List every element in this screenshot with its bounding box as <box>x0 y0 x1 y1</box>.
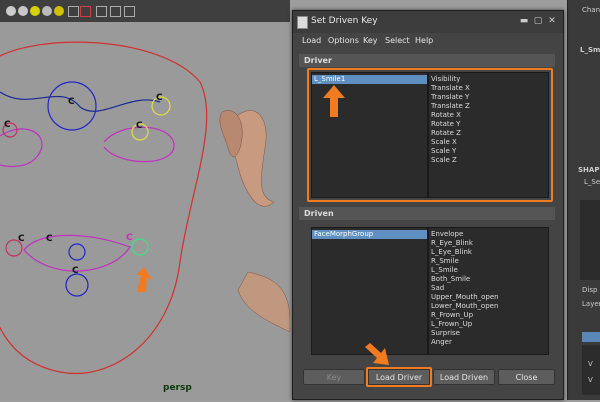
channel-box-panel: Chann L_Sm SHAP L_Se Disp Layer V V <box>567 0 600 400</box>
menu-key[interactable]: Key <box>363 36 378 45</box>
driver-attribute-item[interactable]: Translate Z <box>429 102 470 111</box>
driven-attribute-item[interactable]: Sad <box>429 284 444 293</box>
driver-attributes-list[interactable]: Visibility Translate X Translate Y Trans… <box>428 72 549 198</box>
close-icon[interactable]: ✕ <box>545 15 559 27</box>
driver-attribute-item[interactable]: Scale Y <box>429 147 456 156</box>
xray-icon[interactable] <box>80 6 91 17</box>
svg-text:C: C <box>68 97 75 107</box>
arrow-icon <box>136 267 152 292</box>
menu-options[interactable]: Options <box>328 36 359 45</box>
dialog-icon <box>297 16 308 29</box>
driven-attribute-item[interactable]: Surprise <box>429 329 460 338</box>
channel-box-header: Chann <box>582 6 600 14</box>
dialog-title: Set Driven Key <box>311 16 378 26</box>
svg-text:C: C <box>46 234 53 244</box>
driven-attribute-item[interactable]: Anger <box>429 338 452 347</box>
driver-attribute-item[interactable]: Translate X <box>429 84 470 93</box>
minimize-icon[interactable]: ▬ <box>517 15 531 27</box>
svg-text:C: C <box>126 233 133 243</box>
light-icon[interactable] <box>30 6 40 16</box>
maximize-icon[interactable]: ▢ <box>531 15 545 27</box>
driven-attribute-item[interactable]: R_Frown_Up <box>429 311 473 320</box>
load-driver-button[interactable]: Load Driver <box>368 369 430 385</box>
driven-attribute-item[interactable]: Envelope <box>429 230 463 239</box>
cube-icon[interactable] <box>96 6 107 17</box>
key-button[interactable]: Key <box>303 369 365 385</box>
driven-attribute-item[interactable]: R_Smile <box>429 257 459 266</box>
grid-icon[interactable] <box>18 6 28 16</box>
driver-attribute-item[interactable]: Translate Y <box>429 93 469 102</box>
arrow-icon <box>365 343 389 365</box>
shading-icon[interactable] <box>6 6 16 16</box>
svg-text:C: C <box>72 266 79 276</box>
driver-attribute-item[interactable]: Scale X <box>429 138 457 147</box>
driven-objects-list[interactable]: FaceMorphGroup <box>311 227 428 355</box>
channel-box-object: L_Sm <box>580 46 600 54</box>
driver-attribute-item[interactable]: Rotate Z <box>429 129 461 138</box>
set-driven-key-dialog: Set Driven Key ▬ ▢ ✕ Load Options Key Se… <box>292 10 564 400</box>
display-tab[interactable]: Disp <box>582 286 597 294</box>
driven-attribute-item[interactable]: L_Eye_Blink <box>429 248 472 257</box>
shapes-item: L_Se <box>584 178 600 186</box>
svg-text:C: C <box>18 234 25 244</box>
viewport-toolbar <box>0 0 290 23</box>
driver-attribute-item[interactable]: Rotate Y <box>429 120 460 129</box>
driven-attributes-list[interactable]: Envelope R_Eye_Blink L_Eye_Blink R_Smile… <box>428 227 549 355</box>
title-bar[interactable]: Set Driven Key ▬ ▢ ✕ <box>293 11 563 33</box>
camera-icon[interactable] <box>110 6 121 17</box>
svg-text:C: C <box>4 120 11 130</box>
driven-attribute-item[interactable]: Upper_Mouth_open <box>429 293 499 302</box>
viewport-camera-label: persp <box>163 383 192 393</box>
sphere-icon[interactable] <box>42 6 52 16</box>
menu-bar: Load Options Key Select Help <box>293 34 563 48</box>
shapes-header: SHAP <box>578 166 600 174</box>
layers-menu[interactable]: Layer <box>582 300 600 308</box>
driver-attribute-item[interactable]: Visibility <box>429 75 460 84</box>
close-button[interactable]: Close <box>498 369 555 385</box>
driver-attribute-item[interactable]: Rotate X <box>429 111 461 120</box>
viewport[interactable]: C C C C C C C C <box>0 22 291 400</box>
lights-icon[interactable] <box>54 6 64 16</box>
svg-text:C: C <box>136 121 143 131</box>
driven-section-header[interactable]: Driven <box>299 207 555 220</box>
isolate-icon[interactable] <box>68 6 79 17</box>
frame-icon[interactable] <box>124 6 135 17</box>
menu-load[interactable]: Load <box>302 36 321 45</box>
svg-text:C: C <box>156 93 163 103</box>
layer-button[interactable] <box>582 332 600 342</box>
layer-visibility-2[interactable]: V <box>588 376 593 384</box>
driven-attribute-item[interactable]: L_Frown_Up <box>429 320 472 329</box>
driven-attribute-item[interactable]: Both_Smile <box>429 275 470 284</box>
driven-object-item[interactable]: FaceMorphGroup <box>312 230 427 239</box>
layer-visibility-1[interactable]: V <box>588 360 593 368</box>
load-driven-button[interactable]: Load Driven <box>433 369 495 385</box>
driven-attribute-item[interactable]: L_Smile <box>429 266 458 275</box>
driver-section-header[interactable]: Driver <box>299 54 555 67</box>
driven-attribute-item[interactable]: Lower_Mouth_open <box>429 302 498 311</box>
driven-attribute-item[interactable]: R_Eye_Blink <box>429 239 473 248</box>
face-rig-drawing: C C C C C C C C <box>0 41 291 374</box>
arrow-icon <box>323 85 345 117</box>
menu-help[interactable]: Help <box>415 36 433 45</box>
driver-object-item[interactable]: L_Smile1 <box>312 75 427 84</box>
driver-attribute-item[interactable]: Scale Z <box>429 156 457 165</box>
menu-select[interactable]: Select <box>385 36 410 45</box>
